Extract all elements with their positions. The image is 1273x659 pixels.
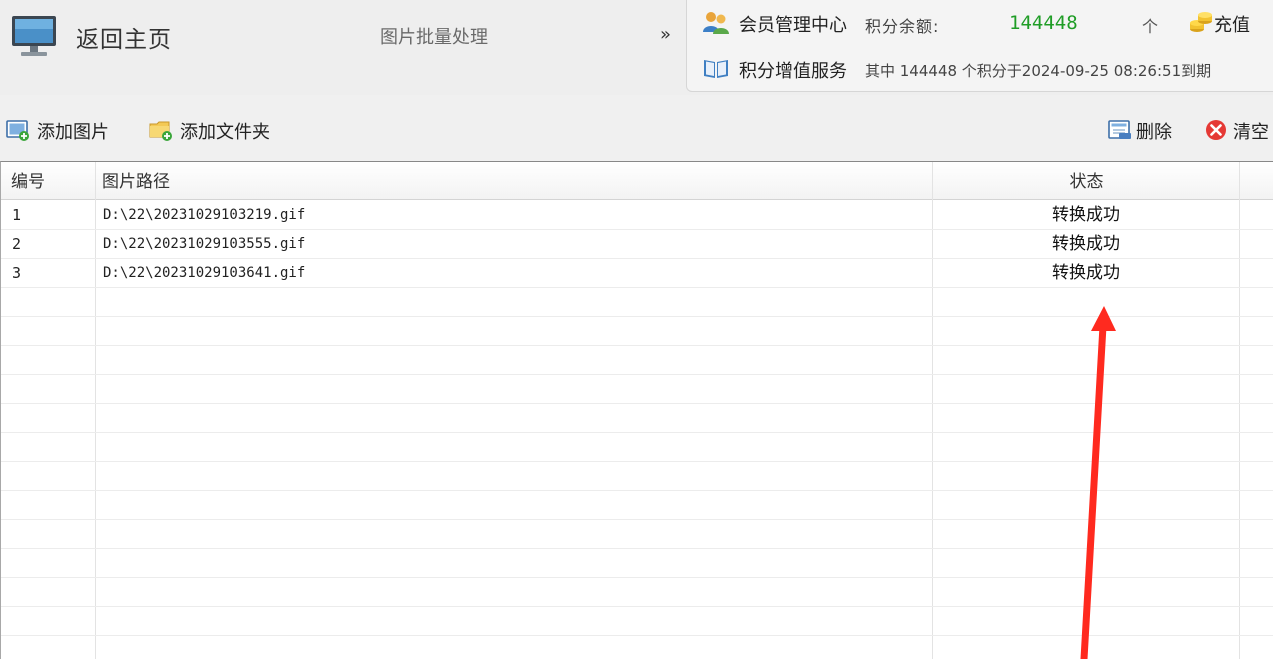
- table-row[interactable]: 3 D:\22\20231029103641.gif 转换成功: [1, 259, 1273, 288]
- image-list-table[interactable]: 编号 图片路径 状态 1 D:\22\20231029103219.gif 转换…: [0, 161, 1273, 659]
- column-header-number[interactable]: 编号: [11, 162, 45, 200]
- row-status: 转换成功: [1052, 263, 1120, 283]
- coin-stack-icon: [1190, 12, 1212, 32]
- column-header-status[interactable]: 状态: [933, 162, 1240, 200]
- add-image-button[interactable]: 添加图片: [6, 117, 116, 143]
- row-path: D:\22\20231029103641.gif: [103, 265, 306, 281]
- home-label: 返回主页: [76, 27, 172, 53]
- points-unit: 个: [1142, 17, 1159, 36]
- row-status: 转换成功: [1052, 205, 1120, 225]
- points-balance-label: 积分余额:: [865, 17, 940, 36]
- row-number: 1: [12, 206, 22, 224]
- row-number: 3: [12, 264, 22, 282]
- table-body: 1 D:\22\20231029103219.gif 转换成功 2 D:\22\…: [1, 201, 1273, 288]
- clear-x-icon: [1206, 120, 1226, 140]
- table-row[interactable]: 2 D:\22\20231029103555.gif 转换成功: [1, 230, 1273, 259]
- add-image-label: 添加图片: [37, 122, 109, 143]
- app-header: 返回主页 图片批量处理 » 会员管理中心 积分余额: 144448 个 充值 积…: [0, 0, 1273, 95]
- add-folder-button[interactable]: 添加文件夹: [149, 117, 279, 143]
- page-title: 图片批量处理: [380, 27, 488, 48]
- clear-label: 清空: [1233, 122, 1269, 143]
- service-row: 积分增值服务 其中 144448 个积分于2024-09-25 08:26:51…: [687, 48, 1273, 88]
- recharge-button[interactable]: 充值: [1214, 11, 1250, 37]
- home-link[interactable]: 返回主页: [0, 0, 686, 95]
- image-add-icon: [6, 120, 29, 141]
- toolbar: 添加图片 添加文件夹 删除 清空: [0, 100, 1273, 160]
- member-row: 会员管理中心 积分余额: 144448 个 充值: [687, 2, 1273, 42]
- column-header-path[interactable]: 图片路径: [102, 162, 170, 200]
- table-row[interactable]: 1 D:\22\20231029103219.gif 转换成功: [1, 201, 1273, 230]
- points-service-link[interactable]: 积分增值服务: [739, 57, 847, 83]
- row-path: D:\22\20231029103555.gif: [103, 236, 306, 252]
- folder-add-icon: [149, 121, 172, 141]
- points-expire-text: 其中 144448 个积分于2024-09-25 08:26:51到期: [865, 62, 1212, 80]
- row-number: 2: [12, 235, 22, 253]
- table-header: 编号 图片路径 状态: [1, 162, 1273, 200]
- delete-list-icon: [1108, 120, 1131, 139]
- clear-button[interactable]: 清空: [1205, 117, 1273, 143]
- member-center-link[interactable]: 会员管理中心: [739, 11, 847, 37]
- delete-label: 删除: [1136, 122, 1172, 143]
- empty-row-lines: [1, 288, 1273, 659]
- points-balance-value: 144448: [1009, 12, 1078, 34]
- row-status: 转换成功: [1052, 234, 1120, 254]
- book-icon: [704, 60, 728, 78]
- people-icon: [703, 12, 729, 34]
- add-folder-label: 添加文件夹: [180, 122, 270, 143]
- member-panel: 会员管理中心 积分余额: 144448 个 充值 积分增值服务 其中 14444…: [686, 0, 1273, 92]
- monitor-icon: [12, 16, 56, 56]
- delete-button[interactable]: 删除: [1108, 117, 1178, 143]
- row-path: D:\22\20231029103219.gif: [103, 207, 306, 223]
- expand-panel-button[interactable]: »: [660, 24, 671, 45]
